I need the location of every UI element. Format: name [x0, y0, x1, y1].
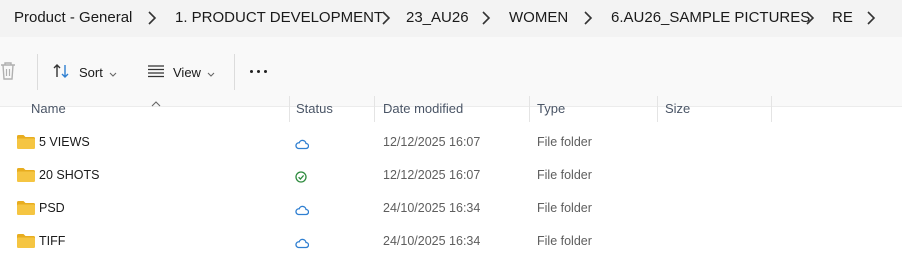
column-header-type[interactable]: Type [537, 101, 565, 116]
column-header-name[interactable]: Name [31, 101, 66, 116]
delete-icon[interactable] [0, 61, 16, 81]
column-divider[interactable] [657, 96, 658, 122]
more-options-icon[interactable] [250, 70, 270, 76]
chevron-down-icon [207, 65, 215, 80]
column-header-size[interactable]: Size [665, 101, 690, 116]
item-type: File folder [537, 201, 592, 215]
item-type: File folder [537, 168, 592, 182]
folder-icon [17, 168, 35, 182]
breadcrumb-item-product-development[interactable]: 1. PRODUCT DEVELOPMENT [175, 9, 383, 26]
toolbar-divider [37, 54, 38, 90]
synced-check-icon [295, 170, 309, 183]
list-item[interactable]: TIFF 24/10/2025 16:34 File folder [0, 226, 902, 259]
column-divider[interactable] [289, 96, 290, 122]
sort-ascending-icon [151, 94, 161, 107]
list-item[interactable]: PSD 24/10/2025 16:34 File folder [0, 193, 902, 226]
chevron-right-icon[interactable] [866, 10, 876, 26]
chevron-down-icon [109, 65, 117, 80]
item-name: PSD [39, 201, 65, 215]
view-list-icon [147, 64, 165, 81]
item-type: File folder [537, 135, 592, 149]
folder-icon [17, 234, 35, 248]
view-button[interactable]: View [147, 62, 215, 82]
item-date-modified: 24/10/2025 16:34 [383, 234, 481, 248]
sort-button[interactable]: Sort [53, 62, 117, 82]
folder-icon [17, 135, 35, 149]
list-item[interactable]: 5 VIEWS 12/12/2025 16:07 File folder [0, 127, 902, 160]
chevron-right-icon [481, 10, 491, 26]
item-name: 20 SHOTS [39, 168, 100, 182]
list-item[interactable]: 20 SHOTS 12/12/2025 16:07 File folder [0, 160, 902, 193]
cloud-icon [295, 236, 310, 249]
item-type: File folder [537, 234, 592, 248]
chevron-right-icon [147, 10, 157, 26]
breadcrumb-item-product-general[interactable]: Product - General [14, 9, 132, 26]
cloud-icon [295, 137, 310, 150]
item-name: TIFF [39, 234, 66, 248]
breadcrumb: Product - General 1. PRODUCT DEVELOPMENT… [0, 0, 902, 37]
folder-icon [17, 201, 35, 215]
column-header-status[interactable]: Status [296, 101, 333, 116]
item-date-modified: 12/12/2025 16:07 [383, 168, 481, 182]
column-divider[interactable] [771, 96, 772, 122]
column-divider[interactable] [374, 96, 375, 122]
breadcrumb-item-sample-pictures[interactable]: 6.AU26_SAMPLE PICTURES [611, 9, 810, 26]
chevron-right-icon [805, 10, 815, 26]
column-divider[interactable] [529, 96, 530, 122]
view-label: View [173, 64, 201, 80]
sort-icon [53, 63, 71, 82]
chevron-right-icon [381, 10, 391, 26]
chevron-right-icon [583, 10, 593, 26]
column-header-date-modified[interactable]: Date modified [383, 101, 463, 116]
item-name: 5 VIEWS [39, 135, 90, 149]
toolbar-divider [234, 54, 235, 90]
cloud-icon [295, 203, 310, 216]
column-header-row: Name Status Date modified Type Size [0, 94, 902, 124]
breadcrumb-item-re[interactable]: RE [832, 9, 853, 26]
item-date-modified: 12/12/2025 16:07 [383, 135, 481, 149]
item-date-modified: 24/10/2025 16:34 [383, 201, 481, 215]
breadcrumb-item-au26[interactable]: 23_AU26 [406, 9, 469, 26]
breadcrumb-item-women[interactable]: WOMEN [509, 9, 568, 26]
sort-label: Sort [79, 64, 103, 80]
